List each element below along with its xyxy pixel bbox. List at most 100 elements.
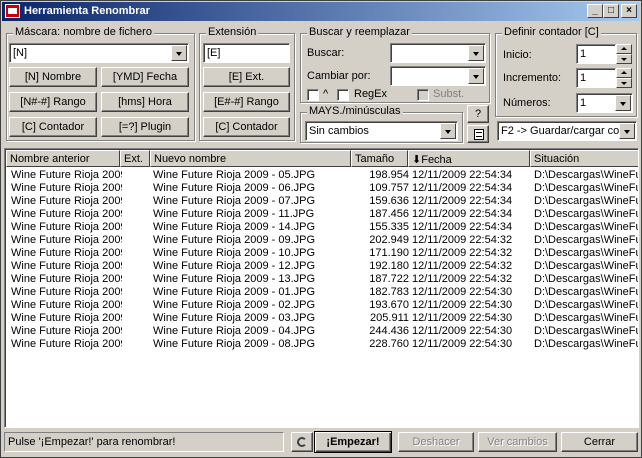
column-header-size[interactable]: Tamaño <box>351 150 408 167</box>
cell-new: Wine Future Rioja 2009 - 06.JPG <box>153 182 316 194</box>
table-row[interactable]: Wine Future Rioja 2009 - 05... Wine Futur… <box>7 169 638 182</box>
cell-ext <box>123 325 151 338</box>
counter-digits-select[interactable]: 1 <box>576 93 633 113</box>
table-row[interactable]: Wine Future Rioja 2009 - 14... Wine Futur… <box>7 221 639 234</box>
subst-label: Subst. <box>433 88 465 100</box>
mask-dropdown-arrow-icon[interactable] <box>171 45 187 61</box>
replace-input[interactable] <box>390 66 486 86</box>
cell-old: Wine Future Rioja 2009 - 01... <box>11 286 122 298</box>
cell-date: 12/11/2009 22:54:34 <box>412 169 513 181</box>
cell-date: 12/11/2009 22:54:32 <box>412 273 513 285</box>
counter-digits-label: Números: <box>503 97 551 109</box>
table-row[interactable]: Wine Future Rioja 2009 - 06... Wine Futur… <box>7 182 638 195</box>
cell-size: 187.722 <box>369 273 409 285</box>
extension-legend: Extensión <box>206 26 259 38</box>
table-row[interactable]: Wine Future Rioja 2009 - 09... Wine Futur… <box>7 234 638 247</box>
spin-down-icon[interactable] <box>616 54 632 64</box>
column-header-location[interactable]: Situación <box>530 150 638 167</box>
cell-new: Wine Future Rioja 2009 - 11.JPG <box>153 208 315 220</box>
table-row[interactable]: Wine Future Rioja 2009 - 01... Wine Futur… <box>7 286 639 299</box>
table-row[interactable]: Wine Future Rioja 2009 - 08... Wine Futur… <box>7 338 638 351</box>
edit-file-button[interactable] <box>467 125 489 143</box>
mask-plugin-button[interactable]: [=?] Plugin <box>101 117 189 137</box>
extension-ext-button[interactable]: [E] Ext. <box>203 67 290 87</box>
counter-start-label: Inicio: <box>503 49 532 61</box>
cell-size: 198.954 <box>369 169 409 181</box>
title-bar[interactable]: Herramienta Renombrar _ □ × <box>2 2 640 21</box>
mask-value: [N] <box>13 47 28 59</box>
table-row[interactable]: Wine Future Rioja 2009 - 07... Wine Futur… <box>7 195 638 208</box>
refresh-icon <box>297 437 307 447</box>
cell-new: Wine Future Rioja 2009 - 08.JPG <box>153 338 316 350</box>
cell-date: 12/11/2009 22:54:30 <box>412 312 513 324</box>
cell-date: 12/11/2009 22:54:32 <box>412 234 513 246</box>
search-replace-legend: Buscar y reemplazar <box>307 26 412 38</box>
cell-new: Wine Future Rioja 2009 - 14.JPG <box>153 221 316 233</box>
mask-name-button[interactable]: [N] Nombre <box>9 67 97 87</box>
undo-button[interactable]: Deshacer <box>398 432 474 452</box>
cell-size: 109.757 <box>369 182 409 194</box>
mask-range-button[interactable]: [N#-#] Rango <box>9 92 97 112</box>
cell-new: Wine Future Rioja 2009 - 07.JPG <box>153 195 316 207</box>
cell-date: 12/11/2009 22:54:32 <box>412 260 513 272</box>
column-header-date[interactable]: ⬇Fecha <box>408 150 530 167</box>
table-row[interactable]: Wine Future Rioja 2009 - 02... Wine Futur… <box>7 299 638 312</box>
table-row[interactable]: Wine Future Rioja 2009 - 03... Wine Futur… <box>7 312 638 325</box>
column-header-ext[interactable]: Ext. <box>120 150 150 167</box>
cell-size: 159.636 <box>369 195 409 207</box>
cell-old: Wine Future Rioja 2009 - 07... <box>11 195 122 207</box>
view-changes-button[interactable]: Ver cambios <box>478 432 557 452</box>
table-row[interactable]: Wine Future Rioja 2009 - 04... Wine Futur… <box>7 325 638 338</box>
search-input[interactable] <box>390 43 486 63</box>
case-value: Sin cambios <box>309 125 369 137</box>
extension-counter-button[interactable]: [C] Contador <box>203 117 290 137</box>
save-load-dropdown-arrow-icon[interactable] <box>619 123 635 139</box>
cell-old: Wine Future Rioja 2009 - 12... <box>11 260 122 272</box>
mask-legend: Máscara: nombre de fichero <box>13 26 154 38</box>
counter-start-spinner[interactable] <box>616 44 632 64</box>
save-load-select[interactable]: F2 -> Guardar/cargar con <box>497 121 637 141</box>
search-dropdown-arrow-icon[interactable] <box>468 45 484 61</box>
table-row[interactable]: Wine Future Rioja 2009 - 11... Wine Futur… <box>7 208 638 221</box>
cell-loc: D:\Descargas\WineFu <box>534 286 639 298</box>
counter-step-spinner[interactable] <box>616 68 632 88</box>
minimize-button[interactable]: _ <box>587 4 603 18</box>
case-dropdown-arrow-icon[interactable] <box>440 123 456 139</box>
mask-date-button[interactable]: [YMD] Fecha <box>101 67 189 87</box>
spin-up-icon[interactable] <box>616 68 632 78</box>
column-header-new-name[interactable]: Nuevo nombre <box>150 150 351 167</box>
extension-range-button[interactable]: [E#-#] Rango <box>203 92 290 112</box>
cell-new: Wine Future Rioja 2009 - 13.JPG <box>153 273 316 285</box>
maximize-button[interactable]: □ <box>603 4 619 18</box>
cell-size: 202.949 <box>369 234 409 246</box>
table-row[interactable]: Wine Future Rioja 2009 - 10... Wine Futur… <box>7 247 638 260</box>
digits-dropdown-arrow-icon[interactable] <box>615 95 631 111</box>
column-header-old-name[interactable]: Nombre anterior <box>6 150 120 167</box>
cell-ext <box>123 286 151 299</box>
caret-checkbox[interactable] <box>307 89 319 101</box>
table-row[interactable]: Wine Future Rioja 2009 - 12... Wine Futur… <box>7 260 638 273</box>
cell-date: 12/11/2009 22:54:30 <box>412 338 513 350</box>
file-list[interactable]: Nombre anterior Ext. Nuevo nombre Tamaño… <box>4 148 639 428</box>
cell-loc: D:\Descargas\WineFu <box>534 221 639 233</box>
counter-step-input[interactable]: 1 <box>576 68 616 88</box>
mask-counter-button[interactable]: [C] Contador <box>9 117 97 137</box>
cell-ext <box>123 338 151 351</box>
close-window-button[interactable]: × <box>621 4 637 18</box>
start-button[interactable]: ¡Empezar! <box>314 431 392 453</box>
spin-down-icon[interactable] <box>616 78 632 88</box>
subst-checkbox[interactable] <box>417 89 429 101</box>
close-button[interactable]: Cerrar <box>561 432 638 452</box>
mask-time-button[interactable]: [hms] Hora <box>101 92 189 112</box>
extension-input[interactable]: [E] <box>203 43 290 63</box>
spin-up-icon[interactable] <box>616 44 632 54</box>
cell-ext <box>123 312 151 325</box>
counter-start-input[interactable]: 1 <box>576 44 616 64</box>
table-row[interactable]: Wine Future Rioja 2009 - 13... Wine Futur… <box>7 273 638 286</box>
help-button[interactable]: ? <box>467 105 489 123</box>
mask-input[interactable]: [N] <box>9 43 189 63</box>
case-select[interactable]: Sin cambios <box>305 121 458 141</box>
regex-checkbox[interactable] <box>337 89 349 101</box>
refresh-button[interactable] <box>291 432 313 452</box>
replace-dropdown-arrow-icon[interactable] <box>468 68 484 84</box>
